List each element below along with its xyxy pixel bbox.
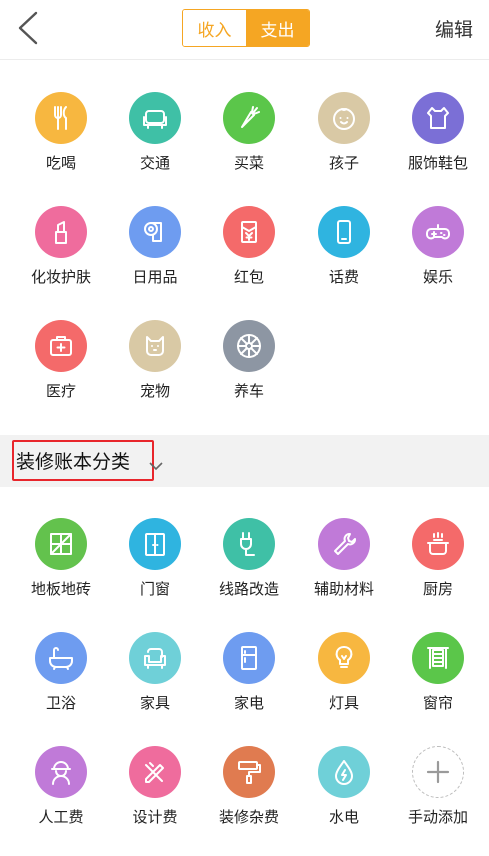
red-envelope-icon bbox=[223, 206, 275, 258]
shirt-icon bbox=[412, 92, 464, 144]
baby-face-icon bbox=[318, 92, 370, 144]
armchair-icon bbox=[129, 632, 181, 684]
pet-icon bbox=[129, 320, 181, 372]
chevron-left-icon bbox=[18, 11, 38, 45]
category-gamepad[interactable]: 娱乐 bbox=[390, 206, 486, 306]
category-worker[interactable]: 人工费 bbox=[13, 746, 109, 846]
carrot-icon bbox=[223, 92, 275, 144]
category-label: 娱乐 bbox=[422, 268, 453, 286]
ruler-pencil-icon bbox=[129, 746, 181, 798]
category-fridge[interactable]: 家电 bbox=[201, 632, 297, 732]
category-red-envelope[interactable]: 红包 bbox=[201, 206, 297, 306]
category-paint-roller[interactable]: 装修杂费 bbox=[201, 746, 297, 846]
paper-roll-icon bbox=[129, 206, 181, 258]
worker-icon bbox=[35, 746, 87, 798]
category-pet[interactable]: 宠物 bbox=[107, 320, 203, 420]
plug-icon bbox=[223, 518, 275, 570]
category-label: 手动添加 bbox=[407, 808, 468, 826]
ledger-title: 装修账本分类 bbox=[16, 451, 131, 473]
category-baby-face[interactable]: 孩子 bbox=[296, 92, 392, 192]
phone-icon bbox=[318, 206, 370, 258]
curtain-icon bbox=[412, 632, 464, 684]
floor-tile-icon bbox=[35, 518, 87, 570]
category-plus[interactable]: 手动添加 bbox=[390, 746, 486, 846]
category-wheel[interactable]: 养车 bbox=[201, 320, 297, 420]
category-wrench[interactable]: 辅助材料 bbox=[296, 518, 392, 618]
category-curtain[interactable]: 窗帘 bbox=[390, 632, 486, 732]
paint-roller-icon bbox=[223, 746, 275, 798]
category-phone[interactable]: 话费 bbox=[296, 206, 392, 306]
fridge-icon bbox=[223, 632, 275, 684]
wheel-icon bbox=[223, 320, 275, 372]
category-label: 服饰鞋包 bbox=[407, 154, 468, 172]
ledger-section-bar: 装修账本分类 bbox=[0, 435, 489, 487]
door-icon bbox=[129, 518, 181, 570]
category-sofa-seat[interactable]: 交通 bbox=[107, 92, 203, 192]
lipstick-icon bbox=[35, 206, 87, 258]
gamepad-icon bbox=[412, 206, 464, 258]
category-water-drop[interactable]: 水电 bbox=[296, 746, 392, 846]
edit-button[interactable]: 编辑 bbox=[435, 15, 473, 42]
sofa-seat-icon bbox=[129, 92, 181, 144]
category-paper-roll[interactable]: 日用品 bbox=[107, 206, 203, 306]
chevron-down-icon bbox=[149, 462, 163, 471]
ledger-selector[interactable]: 装修账本分类 bbox=[12, 440, 163, 481]
back-button[interactable] bbox=[12, 8, 48, 48]
plus-icon bbox=[412, 746, 464, 798]
medical-kit-icon bbox=[35, 320, 87, 372]
category-label: 厨房 bbox=[422, 580, 453, 598]
category-armchair[interactable]: 家具 bbox=[107, 632, 203, 732]
light-bulb-icon bbox=[318, 632, 370, 684]
category-medical-kit[interactable]: 医疗 bbox=[13, 320, 109, 420]
category-plug[interactable]: 线路改造 bbox=[201, 518, 297, 618]
category-shirt[interactable]: 服饰鞋包 bbox=[390, 92, 486, 192]
category-label: 窗帘 bbox=[422, 694, 453, 712]
category-label: 养车 bbox=[233, 382, 264, 400]
category-carrot[interactable]: 买菜 bbox=[201, 92, 297, 192]
income-expense-toggle: 收入 支出 bbox=[182, 9, 310, 47]
tab-expense[interactable]: 支出 bbox=[246, 10, 309, 46]
fork-knife-icon bbox=[35, 92, 87, 144]
category-floor-tile[interactable]: 地板地砖 bbox=[13, 518, 109, 618]
tab-income[interactable]: 收入 bbox=[183, 10, 246, 46]
category-door[interactable]: 门窗 bbox=[107, 518, 203, 618]
category-fork-knife[interactable]: 吃喝 bbox=[13, 92, 109, 192]
category-pot[interactable]: 厨房 bbox=[390, 518, 486, 618]
category-ruler-pencil[interactable]: 设计费 bbox=[107, 746, 203, 846]
wrench-icon bbox=[318, 518, 370, 570]
water-drop-icon bbox=[318, 746, 370, 798]
category-lipstick[interactable]: 化妆护肤 bbox=[13, 206, 109, 306]
bathtub-icon bbox=[35, 632, 87, 684]
category-bathtub[interactable]: 卫浴 bbox=[13, 632, 109, 732]
pot-icon bbox=[412, 518, 464, 570]
category-light-bulb[interactable]: 灯具 bbox=[296, 632, 392, 732]
top-bar: 收入 支出 编辑 bbox=[0, 0, 489, 60]
